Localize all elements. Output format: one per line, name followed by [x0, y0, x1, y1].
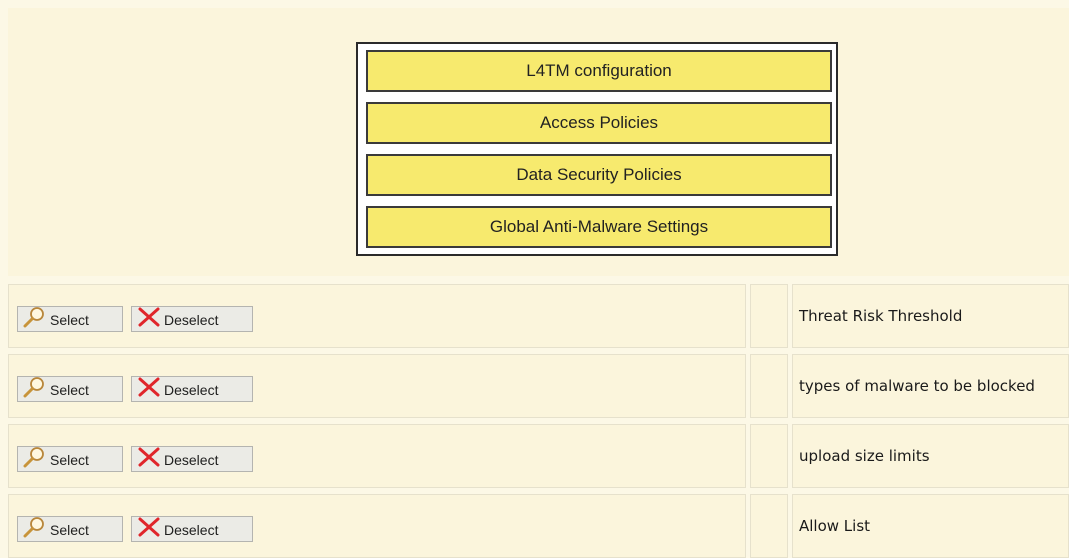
select-label: Select: [50, 452, 89, 468]
row-description: Threat Risk Threshold: [792, 284, 1069, 348]
option-l4tm-configuration[interactable]: L4TM configuration: [366, 50, 832, 92]
magnifier-icon: [22, 516, 48, 538]
select-button[interactable]: Select: [17, 306, 123, 332]
spacer-cell: [750, 494, 788, 558]
option-data-security-policies[interactable]: Data Security Policies: [366, 154, 832, 196]
spacer-cell: [750, 354, 788, 418]
deselect-button[interactable]: Deselect: [131, 446, 253, 472]
deselect-button[interactable]: Deselect: [131, 306, 253, 332]
deselect-label: Deselect: [164, 382, 219, 398]
target-drop-zone[interactable]: Select Deselect: [8, 494, 746, 558]
magnifier-icon: [22, 446, 48, 468]
spacer-cell: [750, 424, 788, 488]
row-description: upload size limits: [792, 424, 1069, 488]
red-x-icon: [136, 446, 162, 468]
target-drop-zone[interactable]: Select Deselect: [8, 284, 746, 348]
select-label: Select: [50, 382, 89, 398]
deselect-button[interactable]: Deselect: [131, 376, 253, 402]
select-button[interactable]: Select: [17, 376, 123, 402]
option-access-policies[interactable]: Access Policies: [366, 102, 832, 144]
deselect-label: Deselect: [164, 312, 219, 328]
red-x-icon: [136, 306, 162, 328]
answer-row: Select Deselect upload size limits: [8, 424, 1069, 488]
target-drop-zone[interactable]: Select Deselect: [8, 424, 746, 488]
red-x-icon: [136, 516, 162, 538]
deselect-label: Deselect: [164, 522, 219, 538]
select-button[interactable]: Select: [17, 516, 123, 542]
row-description: types of malware to be blocked: [792, 354, 1069, 418]
answer-row: Select Deselect Threat Risk Threshold: [8, 284, 1069, 348]
options-panel: L4TM configuration Access Policies Data …: [8, 8, 1069, 276]
red-x-icon: [136, 376, 162, 398]
spacer-cell: [750, 284, 788, 348]
answer-row: Select Deselect types of malware to be b…: [8, 354, 1069, 418]
option-global-anti-malware-settings[interactable]: Global Anti-Malware Settings: [366, 206, 832, 248]
magnifier-icon: [22, 306, 48, 328]
answer-row: Select Deselect Allow List: [8, 494, 1069, 558]
target-drop-zone[interactable]: Select Deselect: [8, 354, 746, 418]
options-list: L4TM configuration Access Policies Data …: [356, 42, 838, 256]
deselect-button[interactable]: Deselect: [131, 516, 253, 542]
select-button[interactable]: Select: [17, 446, 123, 472]
magnifier-icon: [22, 376, 48, 398]
select-label: Select: [50, 312, 89, 328]
drag-drop-question: L4TM configuration Access Policies Data …: [0, 0, 1069, 558]
select-label: Select: [50, 522, 89, 538]
row-description: Allow List: [792, 494, 1069, 558]
deselect-label: Deselect: [164, 452, 219, 468]
